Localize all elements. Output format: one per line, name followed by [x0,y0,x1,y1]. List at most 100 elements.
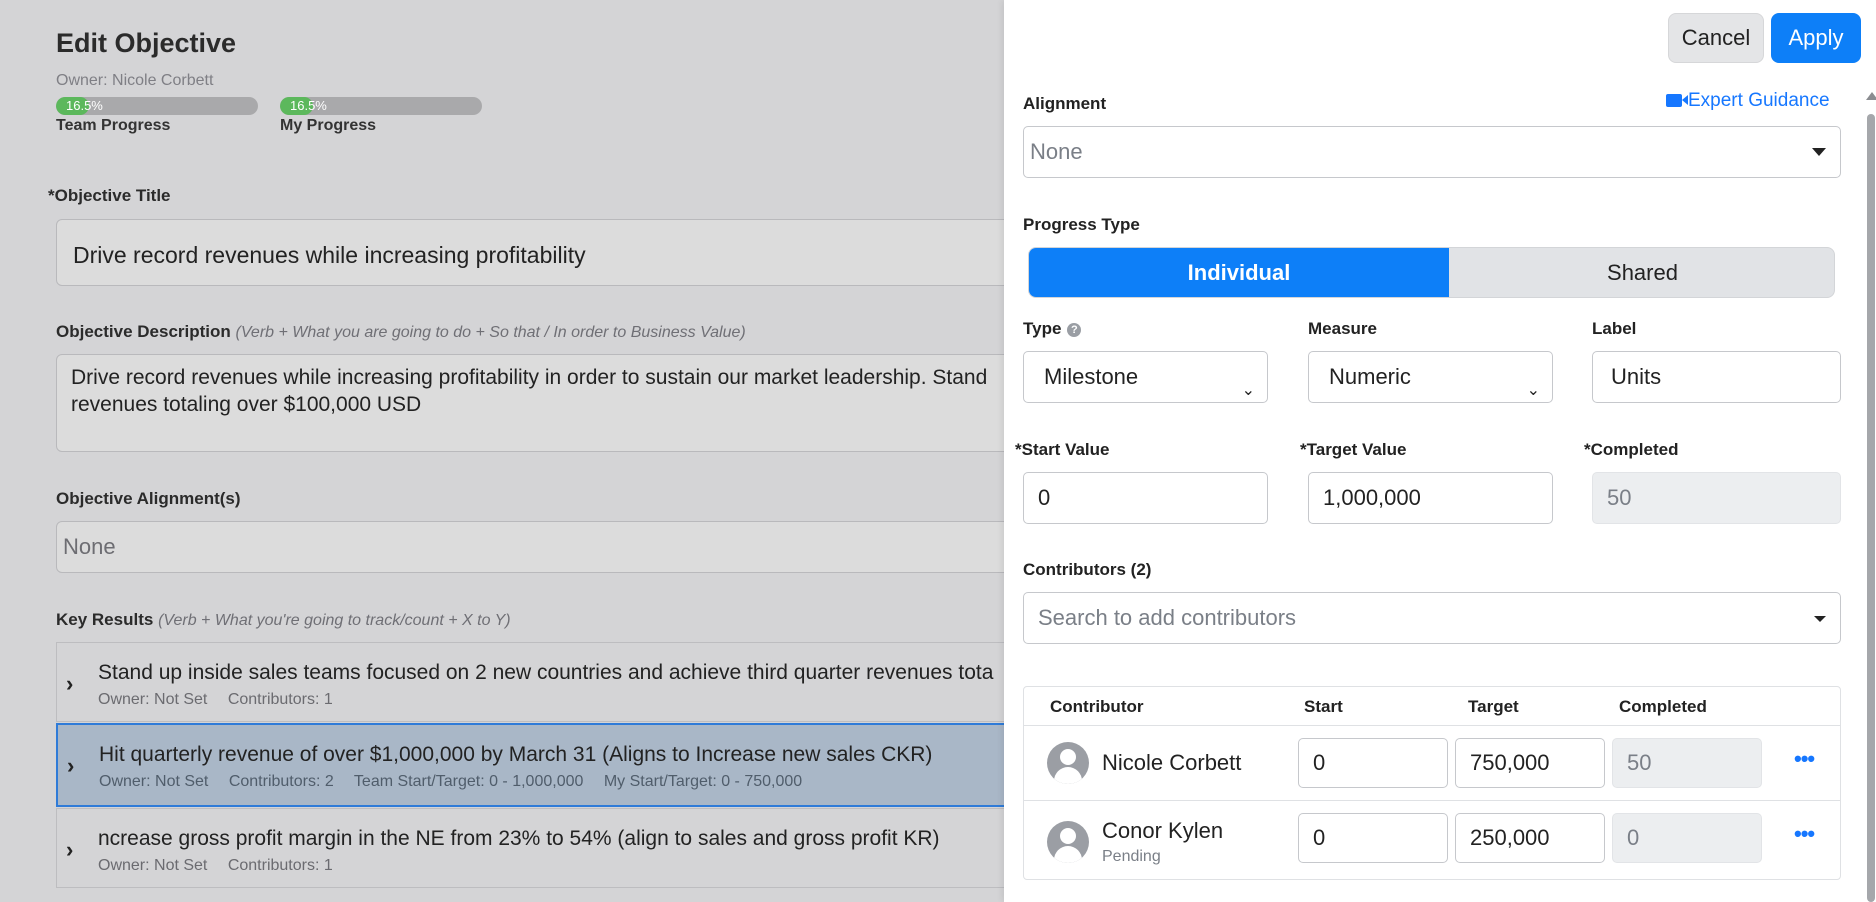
contributor-target-input[interactable]: 750,000 [1455,738,1605,788]
contributor-completed-input: 0 [1612,813,1762,863]
type-select[interactable]: Milestone ⌄ [1023,351,1268,403]
description-line-1: Drive record revenues while increasing p… [71,366,988,389]
objective-description-label-text: Objective Description [56,322,231,341]
key-result-owner: Owner: Not Set [99,773,209,790]
my-progress-fill: 16.5% [280,97,327,115]
caret-down-icon [1812,148,1826,156]
key-result-edit-drawer: Cancel Apply Alignment Expert Guidance N… [1004,0,1876,902]
key-result-row[interactable]: › ncrease gross profit margin in the NE … [56,808,1004,888]
video-camera-icon [1666,94,1688,107]
key-result-title: Stand up inside sales teams focused on 2… [98,661,994,684]
objective-description-label: Objective Description (Verb + What you a… [56,322,746,342]
contributors-table: Contributor Start Target Completed Nicol… [1023,686,1841,880]
more-dots-icon[interactable]: ••• [1794,821,1815,847]
measure-select-value: Numeric [1329,364,1411,389]
expert-guidance-label: Expert Guidance [1688,90,1830,111]
alignment-select[interactable]: None [1023,126,1841,178]
alignment-select-value: None [1030,139,1083,164]
contributor-start-input[interactable]: 0 [1298,813,1448,863]
more-dots-icon[interactable]: ••• [1794,746,1815,772]
contributor-start-input[interactable]: 0 [1298,738,1448,788]
alignment-label: Alignment [1023,94,1107,113]
caret-down-icon [1814,616,1826,622]
my-progress-label: My Progress [280,117,377,134]
key-results-label-text: Key Results [56,610,154,629]
chevron-right-icon[interactable]: › [66,671,73,697]
contributors-search-select[interactable]: Search to add contributors [1023,592,1841,644]
cancel-button[interactable]: Cancel [1668,13,1764,63]
drawer-scrollbar[interactable] [1865,92,1876,902]
start-value-input[interactable]: 0 [1023,472,1268,524]
type-label-text: Type [1023,319,1062,338]
type-label: Type? [1023,319,1082,339]
progress-type-shared[interactable]: Shared [1449,248,1834,297]
key-results-label: Key Results (Verb + What you're going to… [56,610,511,630]
contributor-name: Nicole Corbett [1102,750,1242,775]
objective-alignment-select[interactable]: None [56,521,1004,573]
progress-type-individual[interactable]: Individual [1029,248,1449,297]
key-result-title: Hit quarterly revenue of over $1,000,000… [99,743,933,766]
contributor-completed-input: 50 [1612,738,1762,788]
column-header-completed: Completed [1619,697,1707,716]
objective-owner: Owner: Nicole Corbett [56,72,214,89]
objective-title-input[interactable]: Drive record revenues while increasing p… [56,219,1004,286]
chevron-down-icon: ⌄ [1241,382,1255,399]
key-result-row-selected[interactable]: › Hit quarterly revenue of over $1,000,0… [56,723,1004,807]
team-progress-fill: 16.5% [56,97,103,115]
label-label: Label [1592,319,1637,338]
chevron-right-icon[interactable]: › [66,837,73,863]
contributor-row: Nicole Corbett 0 750,000 50 ••• [1024,725,1840,800]
contributor-status: Pending [1102,848,1161,865]
key-result-owner: Owner: Not Set [98,857,208,874]
edit-objective-page: Edit Objective Owner: Nicole Corbett 16.… [0,0,1004,902]
progress-type-label: Progress Type [1023,215,1140,234]
progress-type-toggle: Individual Shared [1028,247,1835,298]
measure-select[interactable]: Numeric ⌄ [1308,351,1553,403]
type-select-value: Milestone [1044,364,1139,389]
objective-description-hint: (Verb + What you are going to do + So th… [235,324,746,341]
column-header-contributor: Contributor [1050,697,1144,716]
key-results-hint: (Verb + What you're going to track/count… [158,612,511,629]
objective-title-label: *Objective Title [48,186,171,205]
column-header-target: Target [1468,697,1519,716]
completed-input: 50 [1592,472,1841,524]
chevron-down-icon: ⌄ [1526,382,1540,399]
objective-description-textarea[interactable]: Drive record revenues while increasing p… [56,354,1004,452]
completed-label: *Completed [1584,440,1679,459]
key-result-title: ncrease gross profit margin in the NE fr… [98,827,940,850]
contributor-target-input[interactable]: 250,000 [1455,813,1605,863]
column-header-start: Start [1304,697,1343,716]
key-result-contributors: Contributors: 1 [227,857,333,874]
key-result-team-start-target: Team Start/Target: 0 - 1,000,000 [353,773,584,790]
start-value-label: *Start Value [1015,440,1110,459]
contributors-search-placeholder: Search to add contributors [1038,605,1297,630]
label-input[interactable]: Units [1592,351,1841,403]
contributor-name: Conor Kylen [1102,818,1224,843]
team-progress-label: Team Progress [56,117,171,134]
scrollbar-thumb[interactable] [1867,114,1875,902]
key-result-meta: Owner: Not Set Contributors: 1 [98,857,349,875]
help-circle-icon[interactable]: ? [1067,323,1082,337]
my-progress-bar: 16.5% [280,97,482,115]
key-result-contributors: Contributors: 2 [228,773,334,790]
key-result-owner: Owner: Not Set [98,691,208,708]
apply-button[interactable]: Apply [1771,13,1861,63]
key-result-my-start-target: My Start/Target: 0 - 750,000 [603,773,803,790]
key-result-meta: Owner: Not Set Contributors: 2 Team Star… [99,773,818,791]
key-result-contributors: Contributors: 1 [227,691,333,708]
key-result-meta: Owner: Not Set Contributors: 1 [98,691,349,709]
target-value-input[interactable]: 1,000,000 [1308,472,1553,524]
contributors-label: Contributors (2) [1023,560,1152,579]
page-title: Edit Objective [56,28,237,58]
target-value-label: *Target Value [1300,440,1407,459]
scroll-up-arrow[interactable] [1866,92,1876,100]
user-avatar-icon [1047,821,1089,863]
chevron-right-icon[interactable]: › [67,753,74,779]
team-progress-bar: 16.5% [56,97,258,115]
contributor-row: Conor Kylen Pending 0 250,000 0 ••• [1024,800,1840,875]
objective-alignment-label: Objective Alignment(s) [56,489,241,508]
measure-label: Measure [1308,319,1377,338]
expert-guidance-link[interactable]: Expert Guidance [1666,90,1830,112]
description-line-2: revenues totaling over $100,000 USD [71,393,422,416]
key-result-row[interactable]: › Stand up inside sales teams focused on… [56,642,1004,722]
